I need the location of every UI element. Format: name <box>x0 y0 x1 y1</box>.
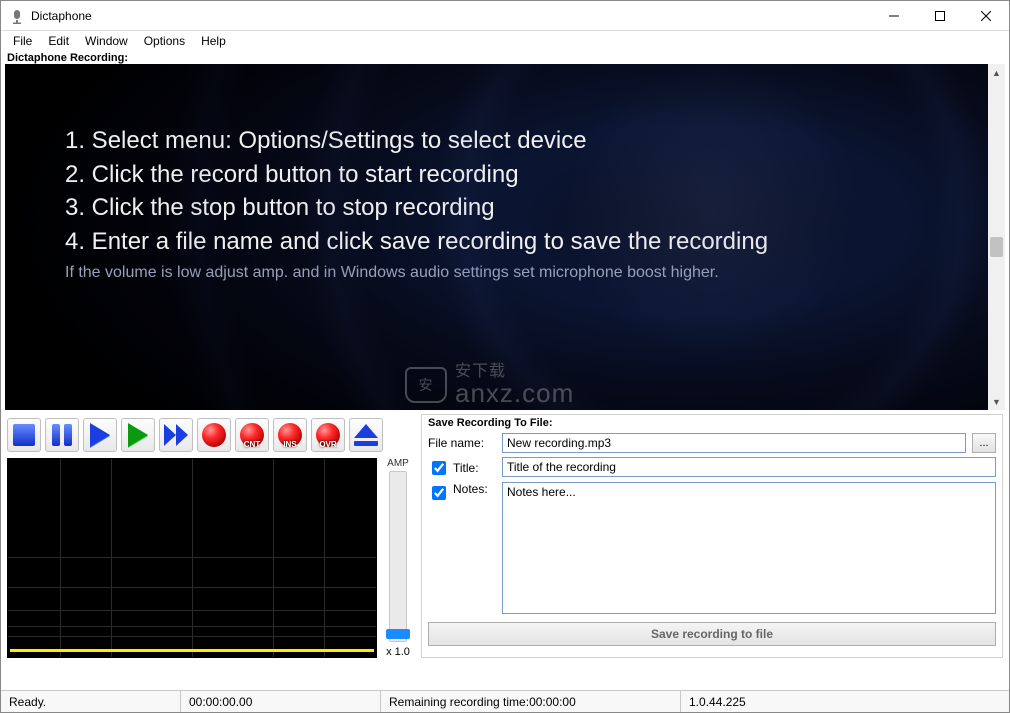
title-input[interactable] <box>502 457 996 477</box>
instruction-hint: If the volume is low adjust amp. and in … <box>65 264 958 282</box>
title-checkbox[interactable] <box>432 461 446 475</box>
browse-button[interactable]: ... <box>972 433 996 453</box>
stop-icon <box>13 424 35 446</box>
instruction-line: 2. Click the record button to start reco… <box>65 158 958 192</box>
record-button[interactable] <box>197 418 231 452</box>
eject-icon <box>354 424 378 446</box>
save-panel-title: Save Recording To File: <box>428 417 996 433</box>
menu-help[interactable]: Help <box>193 32 234 50</box>
level-meter <box>7 458 377 658</box>
pause-icon <box>52 424 72 446</box>
instruction-line: 3. Click the stop button to stop recordi… <box>65 191 958 225</box>
maximize-button[interactable] <box>917 1 963 31</box>
recording-group-label: Dictaphone Recording: <box>1 51 1009 64</box>
instruction-panel: 1. Select menu: Options/Settings to sele… <box>5 64 988 410</box>
filename-label: File name: <box>428 433 496 450</box>
window-title: Dictaphone <box>31 9 92 23</box>
save-recording-button[interactable]: Save recording to file <box>428 622 996 646</box>
close-button[interactable] <box>963 1 1009 31</box>
menubar: File Edit Window Options Help <box>1 31 1009 51</box>
record-icon <box>202 423 226 447</box>
scroll-up-icon[interactable]: ▲ <box>988 64 1005 81</box>
status-version: 1.0.44.225 <box>681 691 801 712</box>
fast-forward-button[interactable] <box>159 418 193 452</box>
statusbar: Ready. 00:00:00.00 Remaining recording t… <box>1 690 1009 712</box>
eject-button[interactable] <box>349 418 383 452</box>
level-baseline <box>10 649 374 652</box>
titlebar: Dictaphone <box>1 1 1009 31</box>
play-icon <box>90 423 110 447</box>
record-cnt-button[interactable]: CNT <box>235 418 269 452</box>
record-ins-button[interactable]: INS <box>273 418 307 452</box>
menu-edit[interactable]: Edit <box>40 32 77 50</box>
play-green-button[interactable] <box>121 418 155 452</box>
notes-label: Notes: <box>453 482 488 496</box>
save-panel: Save Recording To File: File name: ... T… <box>421 414 1003 658</box>
amp-slider-thumb[interactable] <box>386 629 410 639</box>
menu-options[interactable]: Options <box>136 32 193 50</box>
scroll-down-icon[interactable]: ▼ <box>988 393 1005 410</box>
notes-textarea[interactable] <box>502 482 996 614</box>
pause-button[interactable] <box>45 418 79 452</box>
transport-toolbar: CNT INS OVR <box>7 414 413 458</box>
scroll-thumb[interactable] <box>990 237 1003 257</box>
menu-file[interactable]: File <box>5 32 40 50</box>
status-remaining: Remaining recording time: 00:00:00 <box>381 691 681 712</box>
status-elapsed: 00:00:00.00 <box>181 691 381 712</box>
play-button[interactable] <box>83 418 117 452</box>
minimize-button[interactable] <box>871 1 917 31</box>
amp-slider[interactable] <box>389 471 407 642</box>
watermark: 安 安下载 anxz.com <box>405 364 574 406</box>
status-ready: Ready. <box>1 691 181 712</box>
stop-button[interactable] <box>7 418 41 452</box>
amp-label: AMP <box>387 458 409 469</box>
title-label: Title: <box>453 461 479 475</box>
fast-forward-icon <box>164 424 188 446</box>
filename-input[interactable] <box>502 433 966 453</box>
play-green-icon <box>128 423 148 447</box>
record-ovr-button[interactable]: OVR <box>311 418 345 452</box>
notes-checkbox[interactable] <box>432 486 446 500</box>
menu-window[interactable]: Window <box>77 32 136 50</box>
amp-value: x 1.0 <box>386 646 410 658</box>
instruction-line: 4. Enter a file name and click save reco… <box>65 225 958 259</box>
instruction-scrollbar[interactable]: ▲ ▼ <box>988 64 1005 410</box>
app-icon <box>9 8 25 24</box>
instruction-line: 1. Select menu: Options/Settings to sele… <box>65 124 958 158</box>
